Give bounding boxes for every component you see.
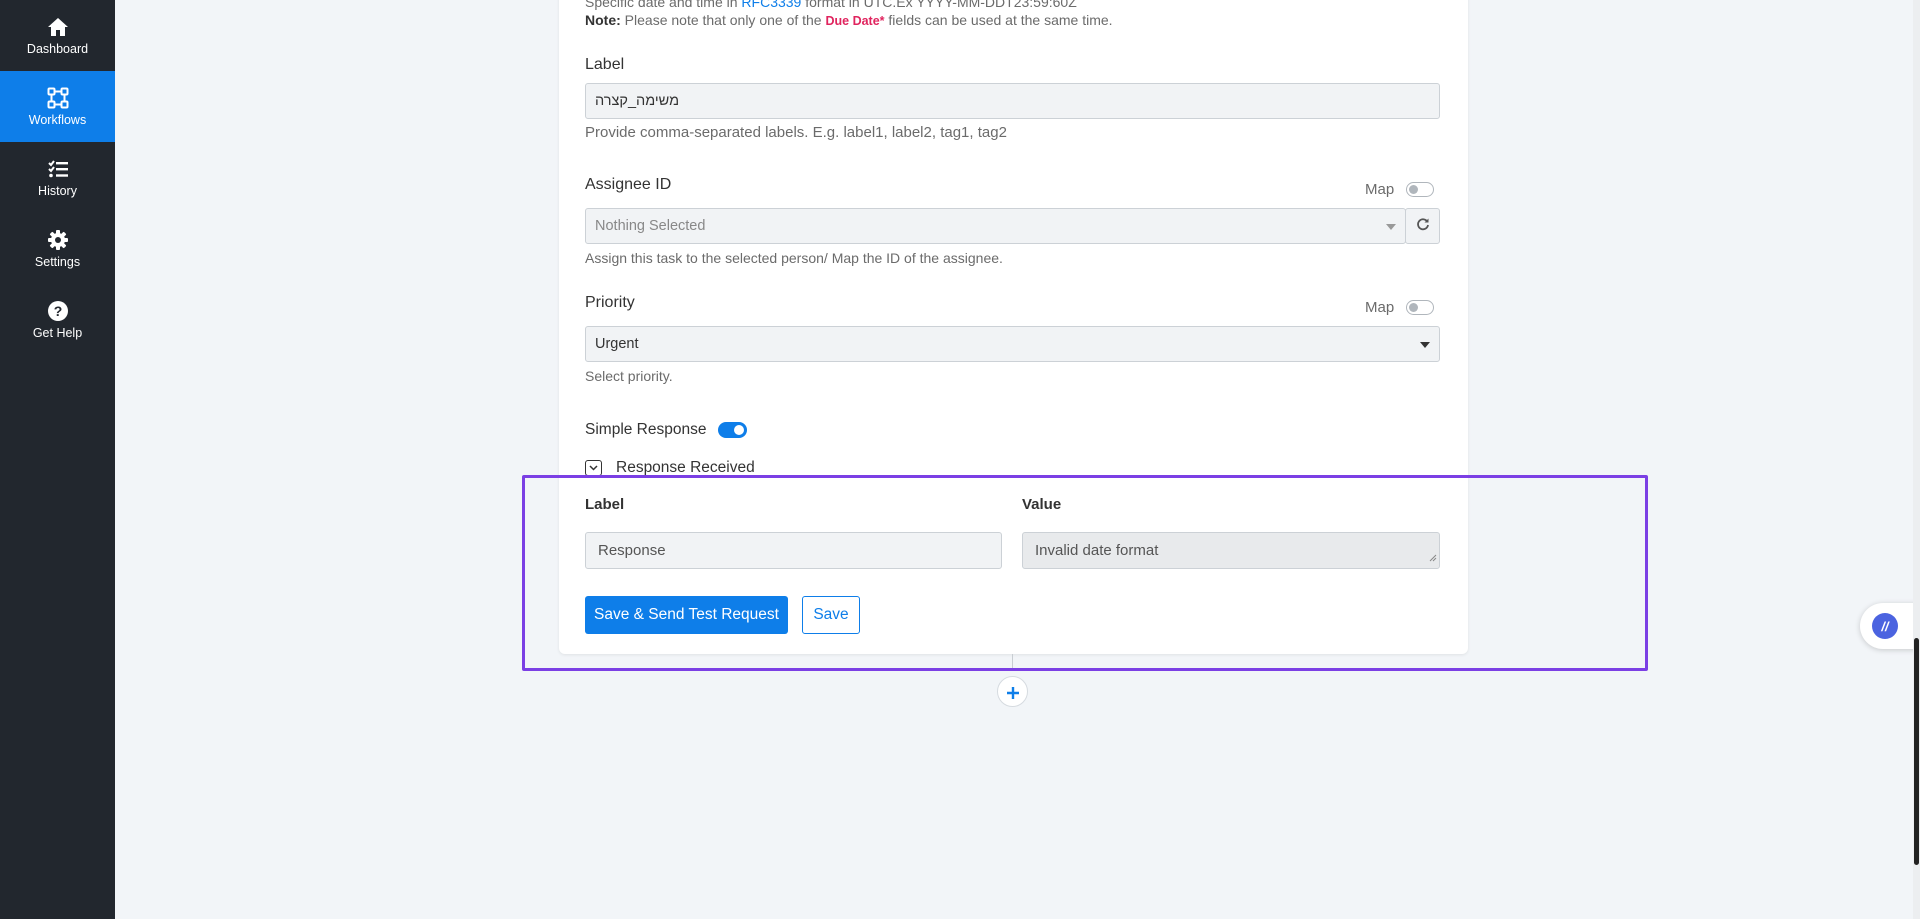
response-received-header[interactable]: Response Received — [585, 460, 755, 476]
plus-icon — [1006, 681, 1019, 703]
priority-map-label: Map — [1365, 299, 1395, 316]
label-input[interactable]: משימה_קצרה — [585, 83, 1440, 119]
refresh-icon — [1416, 217, 1430, 236]
label-field-label: Label — [585, 56, 625, 73]
priority-map-toggle[interactable] — [1406, 300, 1435, 315]
assistant-logo-icon: // — [1872, 613, 1898, 639]
assignee-map-label: Map — [1365, 181, 1395, 198]
save-send-test-button[interactable]: Save & Send Test Request — [585, 596, 788, 634]
label-input-value: משימה_קצרה — [595, 93, 680, 109]
save-button[interactable]: Save — [802, 596, 860, 634]
refresh-button[interactable] — [1405, 208, 1440, 244]
connector-line — [1012, 654, 1013, 668]
sidebar-item-label: History — [38, 183, 77, 198]
sidebar-item-dashboard[interactable]: Dashboard — [0, 0, 115, 71]
assignee-help: Assign this task to the selected person/… — [585, 250, 1003, 266]
svg-text:?: ? — [53, 303, 62, 319]
chevron-down-icon — [585, 460, 602, 476]
home-icon — [47, 16, 69, 38]
priority-map-control: Map — [1365, 299, 1435, 316]
sidebar-item-workflows[interactable]: Workflows — [0, 71, 115, 142]
gear-icon — [47, 229, 69, 251]
assignee-map-control: Map — [1365, 181, 1435, 198]
assignee-select[interactable]: Nothing Selected — [585, 208, 1406, 244]
sidebar-item-settings[interactable]: Settings — [0, 213, 115, 284]
floating-assistant-widget[interactable]: // — [1860, 603, 1920, 649]
response-value-textarea[interactable]: Invalid date format — [1022, 532, 1440, 569]
sidebar: Dashboard Workflows History Settings ? G… — [0, 0, 115, 919]
response-value-header: Value — [1022, 496, 1062, 513]
simple-response-label: Simple Response — [585, 421, 707, 438]
label-help: Provide comma-separated labels. E.g. lab… — [585, 124, 1007, 141]
response-received-title: Response Received — [616, 460, 755, 476]
priority-help: Select priority. — [585, 368, 673, 384]
sidebar-item-history[interactable]: History — [0, 142, 115, 213]
scrollbar-thumb[interactable] — [1914, 638, 1919, 865]
sidebar-item-label: Settings — [34, 254, 81, 269]
assignee-label: Assignee ID — [585, 176, 672, 193]
priority-select-value: Urgent — [595, 336, 639, 352]
due-date-help: Specific date and time in RFC3339 format… — [585, 0, 1077, 10]
sidebar-item-label: Get Help — [32, 325, 83, 340]
due-date-highlight: Due Date* — [825, 14, 885, 28]
assignee-map-toggle[interactable] — [1406, 182, 1435, 197]
priority-select[interactable]: Urgent — [585, 326, 1440, 362]
caret-down-icon — [1420, 336, 1430, 352]
sidebar-item-label: Dashboard — [26, 41, 89, 56]
simple-response-toggle[interactable] — [718, 422, 748, 438]
sidebar-item-get-help[interactable]: ? Get Help — [0, 284, 115, 355]
due-date-note: Note: Please note that only one of the D… — [585, 12, 1113, 28]
sidebar-item-label: Workflows — [28, 112, 87, 127]
workflow-icon — [47, 87, 69, 109]
help-circle-icon: ? — [47, 300, 69, 322]
assignee-select-placeholder: Nothing Selected — [595, 218, 706, 234]
simple-response-row: Simple Response — [585, 421, 748, 439]
history-list-icon — [47, 158, 69, 180]
resize-handle-icon[interactable] — [1429, 549, 1437, 566]
response-label-input[interactable]: Response — [585, 532, 1002, 569]
priority-label: Priority — [585, 294, 635, 311]
caret-down-icon — [1386, 218, 1396, 234]
response-label-header: Label — [585, 496, 625, 513]
add-step-button[interactable] — [997, 676, 1028, 707]
rfc3339-link[interactable]: RFC3339 — [741, 0, 801, 10]
